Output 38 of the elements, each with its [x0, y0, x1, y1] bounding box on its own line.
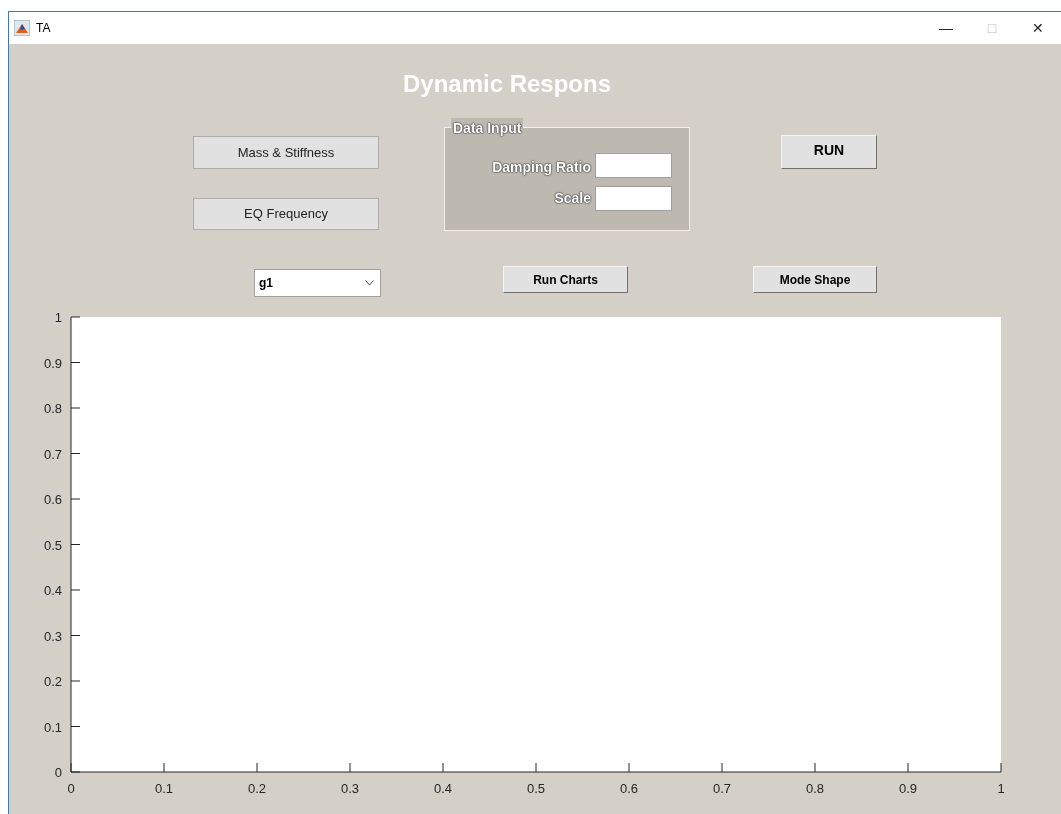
app-icon	[14, 20, 30, 36]
window-title: TA	[36, 20, 51, 37]
y-tick-label: 0.6	[43, 492, 62, 507]
x-tick-label: 0.1	[154, 781, 174, 796]
y-tick-label: 0.8	[43, 401, 62, 416]
close-button[interactable]: ✕	[1015, 13, 1061, 43]
x-tick-label: 0	[67, 781, 75, 796]
push-button[interactable]: Run Charts	[503, 266, 628, 293]
y-tick-label: 0.1	[43, 719, 62, 735]
input-field[interactable]	[595, 153, 672, 178]
x-tick-label: 0.6	[619, 781, 639, 796]
x-tick-label: 0.3	[340, 781, 360, 796]
field-label: Scale	[554, 189, 591, 208]
push-button[interactable]: RUN	[781, 135, 877, 169]
field-label: Damping Ratio	[492, 158, 591, 177]
y-tick-label: 0.4	[43, 583, 62, 598]
x-tick-label: 0.2	[247, 781, 267, 796]
y-tick-label: 0	[54, 765, 62, 780]
dropdown[interactable]: g1	[254, 269, 381, 297]
x-tick-label: 0.8	[805, 781, 825, 796]
push-button[interactable]: Mode Shape	[753, 266, 877, 293]
y-tick-label: 0.5	[43, 537, 62, 553]
x-tick-label: 1	[997, 781, 1005, 796]
chevron-down-icon	[365, 280, 374, 286]
y-tick-label: 1	[54, 310, 62, 325]
push-button[interactable]: EQ Frequency	[193, 198, 379, 230]
x-tick-label: 0.4	[433, 781, 453, 796]
y-tick-label: 0.9	[43, 355, 62, 371]
x-tick-label: 0.5	[526, 781, 546, 796]
y-tick-label: 0.7	[43, 446, 62, 462]
push-button[interactable]: Mass & Stiffness	[193, 136, 379, 169]
x-tick-label: 0.9	[898, 781, 918, 796]
y-tick-label: 0.2	[43, 674, 62, 689]
minimize-button[interactable]: —	[923, 13, 969, 43]
x-tick-label: 0.7	[712, 781, 732, 796]
panel-title: Data Input	[451, 118, 524, 139]
y-tick-label: 0.3	[43, 628, 62, 644]
input-field[interactable]	[595, 186, 672, 211]
